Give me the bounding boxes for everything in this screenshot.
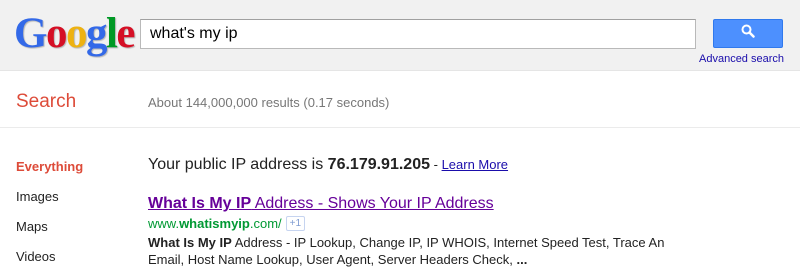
- result-title-bold: What Is My IP: [148, 195, 252, 212]
- sidebar-item-videos[interactable]: Videos: [16, 249, 56, 264]
- result-url: www.whatismyip.com/: [148, 216, 282, 231]
- ip-answer-prefix: Your public IP address is: [148, 156, 328, 173]
- search-section-label: Search: [16, 91, 77, 112]
- sidebar-item-everything[interactable]: Everything: [16, 159, 83, 174]
- logo-letter: g: [85, 10, 108, 57]
- sidebar-item-images[interactable]: Images: [16, 189, 59, 204]
- result-url-line: www.whatismyip.com/ +1: [148, 216, 306, 231]
- result-title-link[interactable]: What Is My IP Address - Shows Your IP Ad…: [148, 195, 494, 213]
- sidebar-item-maps[interactable]: Maps: [16, 219, 48, 234]
- snippet-bold: What Is My IP: [148, 235, 232, 250]
- result-title-rest: Address - Shows Your IP Address: [251, 195, 494, 212]
- ip-answer-separator: -: [430, 157, 442, 172]
- advanced-search-link[interactable]: Advanced search: [699, 53, 784, 65]
- logo-letter: l: [105, 10, 118, 57]
- result-url-suffix: .com/: [249, 216, 282, 231]
- logo-letter: e: [116, 10, 135, 57]
- divider: [0, 127, 800, 128]
- result-url-bold: whatismyip: [179, 216, 250, 231]
- search-button[interactable]: [713, 19, 783, 48]
- learn-more-link[interactable]: Learn More: [442, 157, 508, 172]
- result-stats: About 144,000,000 results (0.17 seconds): [148, 95, 390, 110]
- result-snippet: What Is My IP Address - IP Lookup, Chang…: [148, 234, 668, 268]
- snippet-ellipsis: ...: [516, 252, 528, 267]
- search-input[interactable]: [140, 19, 696, 49]
- ip-address: 76.179.91.205: [327, 156, 430, 173]
- result-url-prefix: www.: [148, 216, 180, 231]
- search-icon: [741, 24, 755, 43]
- search-header: Google Advanced search: [0, 0, 800, 71]
- ip-answer: Your public IP address is 76.179.91.205 …: [148, 156, 508, 174]
- google-logo[interactable]: Google: [14, 10, 135, 58]
- logo-letter: G: [14, 10, 47, 57]
- plus-one-button[interactable]: +1: [285, 216, 306, 231]
- logo-letter: o: [45, 10, 68, 57]
- logo-letter: o: [65, 10, 88, 57]
